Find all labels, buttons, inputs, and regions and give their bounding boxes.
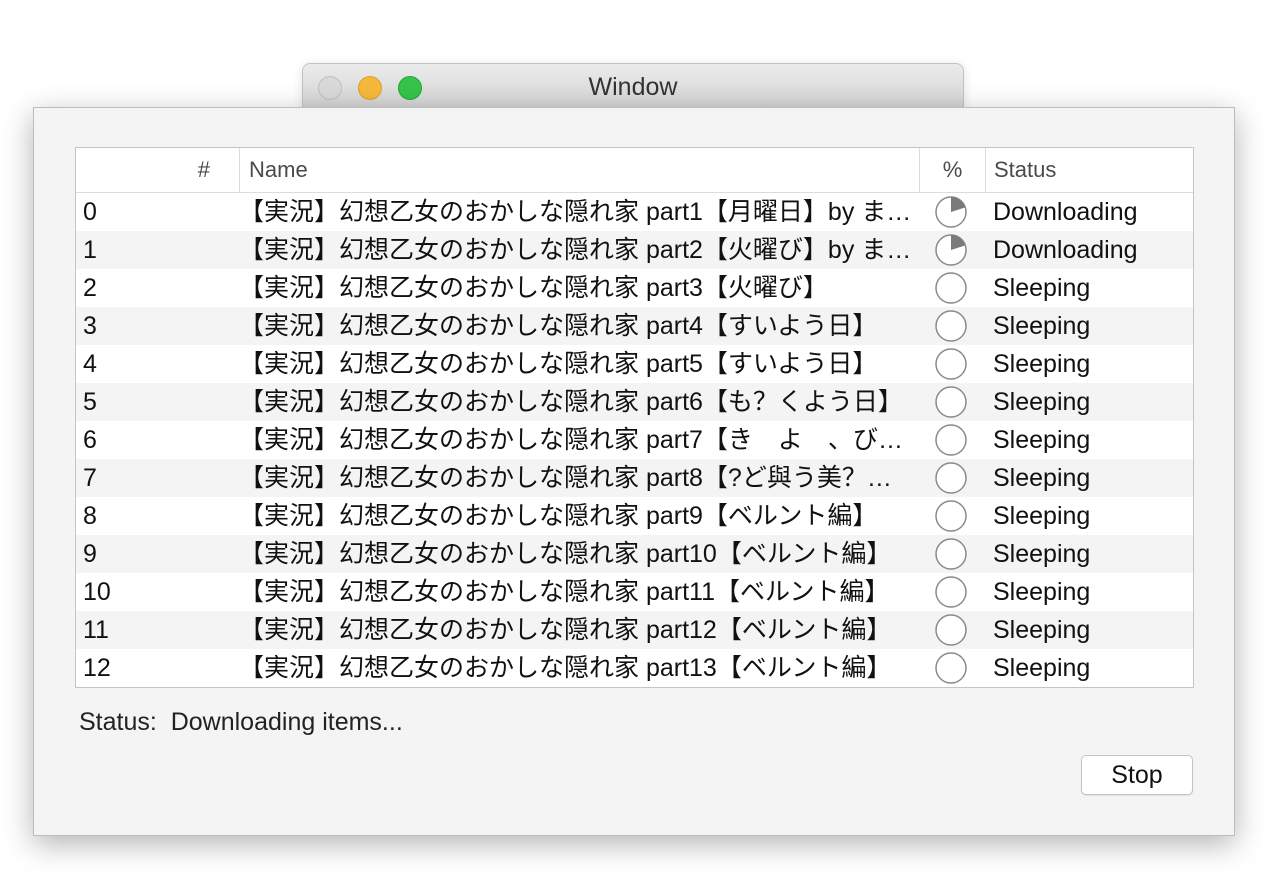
row-number: 4 <box>83 350 97 378</box>
progress-pie-icon <box>934 499 968 533</box>
table-body: 0 【実況】幻想乙女のおかしな隠れ家 part1【月曜日】by まかだみ… Down… <box>76 193 1193 687</box>
progress-pie-icon <box>934 651 968 685</box>
table-row[interactable]: 8 【実況】幻想乙女のおかしな隠れ家 part9【ベルント編】 Sleeping <box>76 497 1193 535</box>
stop-button[interactable]: Stop <box>1081 755 1193 795</box>
table-row[interactable]: 2 【実況】幻想乙女のおかしな隠れ家 part3【火曜び】 Sleeping <box>76 269 1193 307</box>
row-name: 【実況】幻想乙女のおかしな隠れ家 part3【火曜び】 <box>239 274 828 302</box>
progress-pie-icon <box>934 423 968 457</box>
row-name: 【実況】幻想乙女のおかしな隠れ家 part11【ベルント編】 <box>239 578 890 606</box>
progress-pie-icon <box>934 461 968 495</box>
row-number: 6 <box>83 426 97 454</box>
progress-pie-icon <box>934 575 968 609</box>
row-name: 【実況】幻想乙女のおかしな隠れ家 part10【ベルント編】 <box>239 540 892 568</box>
row-name: 【実況】幻想乙女のおかしな隠れ家 part6【も？くよう日】 <box>239 388 903 416</box>
table-row[interactable]: 1 【実況】幻想乙女のおかしな隠れ家 part2【火曜び】by まかだみ… Down… <box>76 231 1193 269</box>
row-status: Downloading <box>993 236 1138 264</box>
table-row[interactable]: 12 【実況】幻想乙女のおかしな隠れ家 part13【ベルント編】 Sleeping <box>76 649 1193 687</box>
row-status: Sleeping <box>993 312 1091 340</box>
row-number: 10 <box>83 578 111 606</box>
table-header: # Name % Status <box>76 148 1193 193</box>
row-status: Sleeping <box>993 502 1091 530</box>
row-status: Sleeping <box>993 350 1091 378</box>
row-name: 【実況】幻想乙女のおかしな隠れ家 part1【月曜日】by まかだみ… <box>239 198 915 226</box>
row-status: Sleeping <box>993 274 1091 302</box>
progress-pie-icon <box>934 613 968 647</box>
row-number: 11 <box>83 616 109 644</box>
row-number: 12 <box>83 654 111 682</box>
status-text: Status: Downloading items... <box>79 708 403 736</box>
row-status: Sleeping <box>993 464 1091 492</box>
row-status: Sleeping <box>993 388 1091 416</box>
table-row[interactable]: 6 【実況】幻想乙女のおかしな隠れ家 part7【き よ 、び。?】 Sleepin… <box>76 421 1193 459</box>
row-name: 【実況】幻想乙女のおかしな隠れ家 part2【火曜び】by まかだみ… <box>239 236 915 264</box>
column-header-number[interactable]: # <box>76 148 238 192</box>
row-status: Sleeping <box>993 616 1091 644</box>
table-row[interactable]: 3 【実況】幻想乙女のおかしな隠れ家 part4【すいよう日】 Sleeping <box>76 307 1193 345</box>
downloads-table[interactable]: # Name % Status 0 【実況】幻想乙女のおかしな隠れ家 part1【… <box>75 147 1194 688</box>
row-number: 7 <box>83 464 97 492</box>
column-header-percent[interactable]: % <box>919 148 985 192</box>
table-row[interactable]: 10 【実況】幻想乙女のおかしな隠れ家 part11【ベルント編】 Sleeping <box>76 573 1193 611</box>
window-titlebar[interactable]: Window <box>302 63 964 107</box>
row-name: 【実況】幻想乙女のおかしな隠れ家 part4【すいよう日】 <box>239 312 878 340</box>
column-header-name[interactable]: Name <box>239 148 919 192</box>
row-name: 【実況】幻想乙女のおかしな隠れ家 part12【ベルント編】 <box>239 616 892 644</box>
window-title: Window <box>588 73 678 101</box>
progress-pie-icon <box>934 309 968 343</box>
main-window: # Name % Status 0 【実況】幻想乙女のおかしな隠れ家 part1【… <box>33 107 1235 836</box>
table-row[interactable]: 11 【実況】幻想乙女のおかしな隠れ家 part12【ベルント編】 Sleeping <box>76 611 1193 649</box>
row-status: Sleeping <box>993 426 1091 454</box>
row-status: Sleeping <box>993 540 1091 568</box>
row-status: Sleeping <box>993 578 1091 606</box>
row-name: 【実況】幻想乙女のおかしな隠れ家 part8【?ど與う美？？】 <box>239 464 915 492</box>
progress-pie-icon <box>934 271 968 305</box>
row-number: 8 <box>83 502 97 530</box>
row-name: 【実況】幻想乙女のおかしな隠れ家 part9【ベルント編】 <box>239 502 878 530</box>
progress-pie-icon <box>934 233 968 267</box>
table-row[interactable]: 5 【実況】幻想乙女のおかしな隠れ家 part6【も？くよう日】 Sleeping <box>76 383 1193 421</box>
row-number: 0 <box>83 198 97 226</box>
table-row[interactable]: 9 【実況】幻想乙女のおかしな隠れ家 part10【ベルント編】 Sleeping <box>76 535 1193 573</box>
progress-pie-icon <box>934 195 968 229</box>
row-number: 3 <box>83 312 97 340</box>
row-number: 5 <box>83 388 97 416</box>
row-number: 9 <box>83 540 97 568</box>
row-number: 1 <box>83 236 97 264</box>
row-name: 【実況】幻想乙女のおかしな隠れ家 part7【き よ 、び。?】 <box>239 426 915 454</box>
row-name: 【実況】幻想乙女のおかしな隠れ家 part13【ベルント編】 <box>239 654 892 682</box>
row-status: Downloading <box>993 198 1138 226</box>
row-number: 2 <box>83 274 97 302</box>
table-row[interactable]: 7 【実況】幻想乙女のおかしな隠れ家 part8【?ど與う美？？】 Sleeping <box>76 459 1193 497</box>
progress-pie-icon <box>934 537 968 571</box>
table-row[interactable]: 4 【実況】幻想乙女のおかしな隠れ家 part5【すいよう日】 Sleeping <box>76 345 1193 383</box>
row-name: 【実況】幻想乙女のおかしな隠れ家 part5【すいよう日】 <box>239 350 878 378</box>
progress-pie-icon <box>934 385 968 419</box>
progress-pie-icon <box>934 347 968 381</box>
column-header-status[interactable]: Status <box>985 148 1193 192</box>
row-status: Sleeping <box>993 654 1091 682</box>
table-row[interactable]: 0 【実況】幻想乙女のおかしな隠れ家 part1【月曜日】by まかだみ… Down… <box>76 193 1193 231</box>
